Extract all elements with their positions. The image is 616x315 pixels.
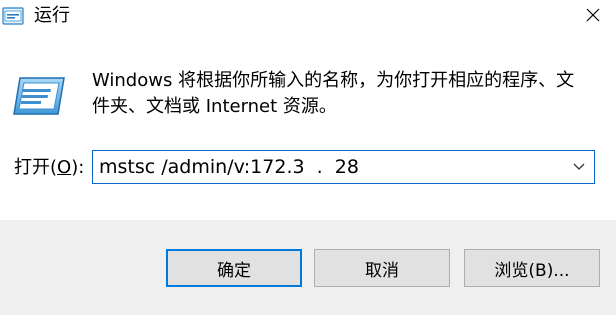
- close-icon: [585, 7, 601, 27]
- chevron-down-icon[interactable]: [568, 151, 590, 183]
- open-field-label: 打开(O):: [14, 156, 84, 180]
- open-label-suffix: ):: [71, 157, 85, 178]
- cancel-button[interactable]: 取消: [314, 249, 450, 287]
- run-program-icon: [12, 74, 66, 118]
- dialog-content: Windows 将根据你所输入的名称，为你打开相应的程序、文件夹、文档或 Int…: [0, 34, 616, 220]
- open-input[interactable]: [93, 151, 563, 183]
- dialog-description: Windows 将根据你所输入的名称，为你打开相应的程序、文件夹、文档或 Int…: [92, 70, 575, 117]
- title-bar: 运行: [0, 0, 616, 34]
- ok-button[interactable]: 确定: [166, 249, 302, 287]
- browse-button[interactable]: 浏览(B)...: [464, 249, 600, 287]
- window-title: 运行: [34, 5, 70, 26]
- open-label-access-key: O: [57, 157, 72, 178]
- open-combobox[interactable]: [92, 150, 595, 184]
- close-button[interactable]: [570, 0, 616, 34]
- run-dialog-icon: [2, 5, 24, 27]
- dialog-footer: 确定 取消 浏览(B)...: [0, 220, 616, 315]
- open-label-prefix: 打开(: [14, 157, 58, 178]
- run-dialog: 运行 Windows 将根据你所输入的名称，为你打开相应的程序、文件夹、文档或 …: [0, 0, 616, 315]
